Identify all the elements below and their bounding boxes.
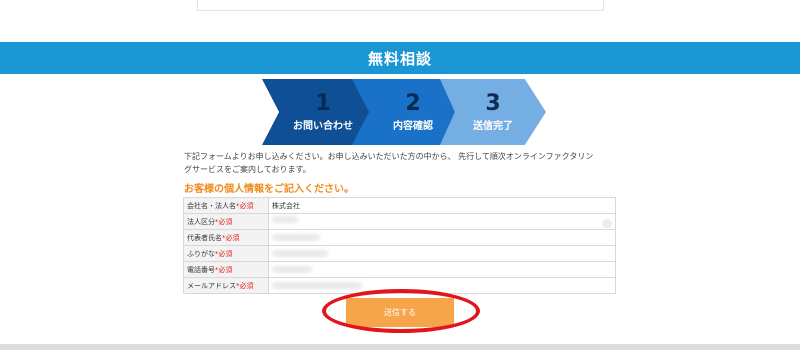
field-label: 電話番号*必須: [183, 261, 269, 278]
form-row-furigana: ふりがな*必須: [183, 245, 616, 262]
step-number: 2: [405, 90, 421, 116]
form-row-rep-name: 代表者氏名*必須: [183, 229, 616, 246]
top-content-box: [197, 0, 604, 11]
form-row-phone: 電話番号*必須: [183, 261, 616, 278]
company-name-value: 株式会社: [272, 201, 300, 210]
section-banner: 無料相談: [0, 42, 800, 74]
blurred-value: [272, 266, 312, 273]
required-mark: *必須: [215, 217, 233, 226]
field-label-text: ふりがな: [187, 249, 215, 258]
corp-type-select[interactable]: [268, 213, 616, 230]
step-complete: 3 送信完了: [440, 79, 546, 145]
company-name-input[interactable]: 株式会社: [268, 197, 616, 214]
intro-line: グサービスをご案内しております。: [184, 165, 311, 174]
field-label-text: 代表者氏名: [187, 233, 222, 242]
required-mark: *必須: [215, 249, 233, 258]
field-label-text: 電話番号: [187, 265, 215, 274]
blurred-value: [272, 234, 320, 241]
banner-title: 無料相談: [367, 49, 432, 68]
phone-input[interactable]: [268, 261, 616, 278]
field-label: 代表者氏名*必須: [183, 229, 269, 246]
field-label: メールアドレス*必須: [183, 277, 269, 294]
intro-line: 下記フォームよりお申し込みください。お申し込みいただいた方の中から、 先行して順…: [184, 152, 594, 161]
field-label: 会社名・法人名*必須: [183, 197, 269, 214]
intro-text: 下記フォームよりお申し込みください。お申し込みいただいた方の中から、 先行して順…: [184, 150, 624, 176]
step-label: 送信完了: [473, 120, 513, 132]
email-input[interactable]: [268, 277, 616, 294]
field-label-text: 法人区分: [187, 217, 215, 226]
chevron-down-icon: [602, 218, 612, 228]
required-mark: *必須: [222, 233, 240, 242]
furigana-input[interactable]: [268, 245, 616, 262]
field-label: ふりがな*必須: [183, 245, 269, 262]
step-number: 1: [315, 90, 331, 116]
footer-divider: [0, 344, 800, 350]
field-label-text: メールアドレス: [187, 281, 236, 290]
required-mark: *必須: [236, 201, 254, 210]
blurred-value: [272, 282, 362, 289]
required-mark: *必須: [236, 281, 254, 290]
field-label-text: 会社名・法人名: [187, 201, 236, 210]
form-heading: お客様の個人情報をご記入ください。: [184, 184, 354, 195]
blurred-value: [272, 250, 328, 257]
step-label: 内容確認: [393, 120, 433, 132]
step-number: 3: [485, 90, 501, 116]
form-row-company: 会社名・法人名*必須 株式会社: [183, 197, 616, 214]
form-row-email: メールアドレス*必須: [183, 277, 616, 294]
blurred-value: [272, 216, 298, 223]
step-label: お問い合わせ: [293, 120, 353, 132]
field-label: 法人区分*必須: [183, 213, 269, 230]
form-row-corp-type: 法人区分*必須: [183, 213, 616, 230]
rep-name-input[interactable]: [268, 229, 616, 246]
submit-button[interactable]: 送信する: [346, 298, 454, 327]
required-mark: *必須: [215, 265, 233, 274]
contact-form-table: 会社名・法人名*必須 株式会社 法人区分*必須 代表者氏名*必須 ふりがな*必須…: [183, 197, 616, 294]
